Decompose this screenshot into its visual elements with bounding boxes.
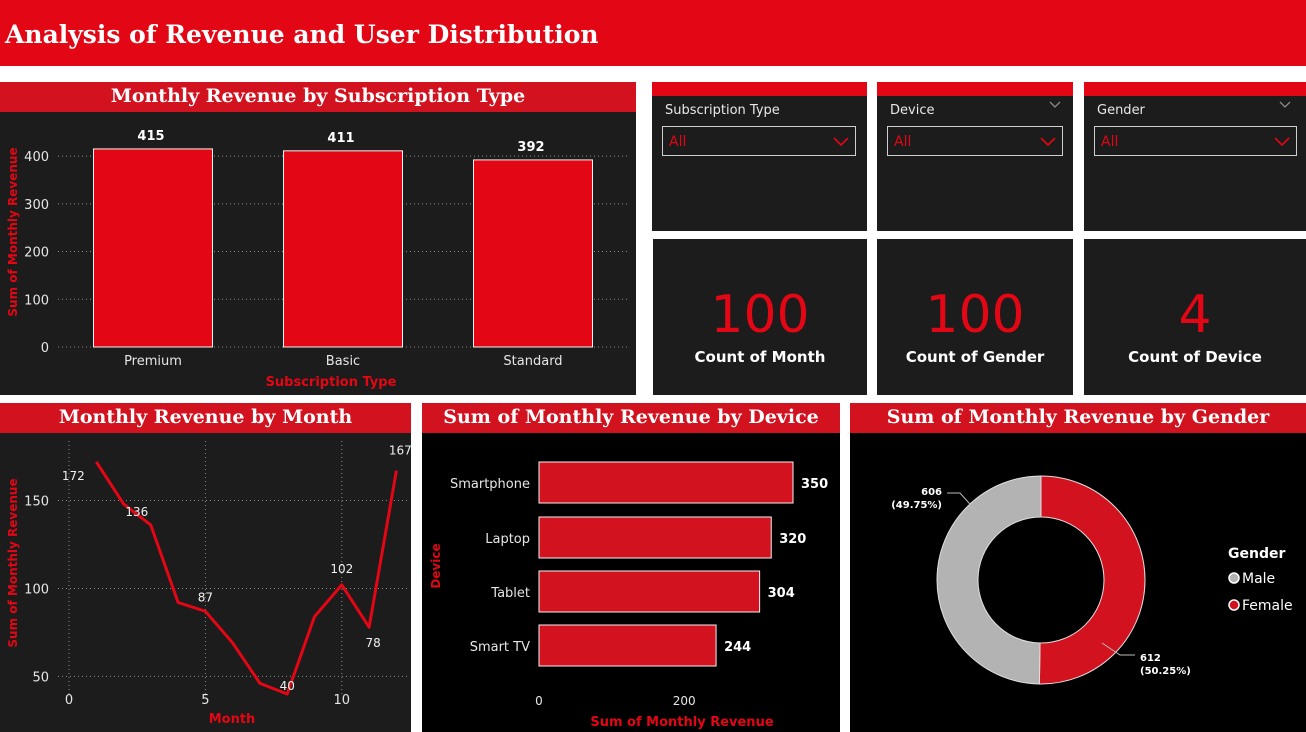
bar xyxy=(93,148,213,348)
x-tick-label: Basic xyxy=(326,354,360,369)
card-count-of-gender: 100 Count of Gender xyxy=(877,239,1073,395)
chevron-down-icon xyxy=(833,137,849,147)
x-tick-label: 200 xyxy=(673,694,696,708)
x-axis-title: Month xyxy=(209,712,256,727)
x-tick-label: Premium xyxy=(124,354,182,369)
month-line-chart: 50 100 150 0 5 10 172 136 87 40 102 78 167 Month Sum o… xyxy=(6,441,411,727)
data-label: 244 xyxy=(724,640,751,655)
bar xyxy=(538,516,772,559)
legend-item: Male xyxy=(1242,571,1275,587)
slicer-accent-bar xyxy=(1084,82,1306,96)
gender-donut-chart: 606 (49.75%) 612 (50.25%) Gender Male Female xyxy=(891,475,1293,685)
slicer-accent-bar xyxy=(652,82,867,96)
subscription-bar-chart: 0 100 200 300 400 415 Premium 411 Basic 392 Standa… xyxy=(6,129,628,390)
data-label: 78 xyxy=(365,636,380,650)
slicer-gender[interactable]: Gender All xyxy=(1084,82,1306,231)
slice-male xyxy=(936,475,1042,685)
slicer-label: Gender xyxy=(1097,103,1145,118)
gender-chart-panel[interactable]: Sum of Monthly Revenue by Gender 606 (49.… xyxy=(850,403,1306,732)
y-tick-label: Smart TV xyxy=(470,640,530,655)
month-chart-panel[interactable]: Monthly Revenue by Month 50 100 150 0 5 10 172… xyxy=(0,403,411,732)
x-tick-label: 0 xyxy=(65,693,73,708)
slicer-device[interactable]: Device All xyxy=(877,82,1073,231)
y-tick-label: 400 xyxy=(24,150,49,165)
x-tick-label: 0 xyxy=(535,694,543,708)
legend-marker xyxy=(1228,572,1240,584)
page-title: Analysis of Revenue and User Distributio… xyxy=(5,20,599,49)
device-chart-panel[interactable]: Sum of Monthly Revenue by Device 350 Smar… xyxy=(422,403,840,732)
data-label: 87 xyxy=(198,590,213,604)
x-axis-title: Sum of Monthly Revenue xyxy=(590,715,773,730)
slicer-label: Device xyxy=(890,103,935,118)
data-label: 392 xyxy=(517,140,544,155)
x-axis-title: Subscription Type xyxy=(266,375,397,390)
slicer-label: Subscription Type xyxy=(665,103,780,118)
data-label: 320 xyxy=(779,532,806,547)
bar xyxy=(473,159,593,348)
legend-marker xyxy=(1228,599,1240,611)
chevron-down-icon[interactable] xyxy=(1279,101,1291,109)
data-label: 411 xyxy=(327,131,354,146)
y-tick-label: 50 xyxy=(32,670,49,685)
dropdown-value: All xyxy=(669,134,687,150)
bar xyxy=(538,461,794,504)
subscription-type-dropdown[interactable]: All xyxy=(662,126,856,156)
subscription-chart-panel[interactable]: Monthly Revenue by Subscription Type 0 10… xyxy=(0,82,636,395)
x-tick-label: Standard xyxy=(503,354,562,369)
y-tick-label: 150 xyxy=(24,494,49,509)
y-tick-label: 100 xyxy=(24,293,49,308)
y-axis-title: Device xyxy=(429,543,443,588)
dropdown-value: All xyxy=(894,134,912,150)
card-count-of-month: 100 Count of Month xyxy=(653,239,867,395)
bar xyxy=(538,624,717,667)
data-label: 172 xyxy=(62,469,85,483)
data-label: 102 xyxy=(330,562,353,576)
data-label: (50.25%) xyxy=(1140,666,1191,677)
kpi-label: Count of Gender xyxy=(905,348,1045,366)
kpi-value: 100 xyxy=(925,285,1025,345)
dropdown-value: All xyxy=(1101,134,1119,150)
y-tick-label: Smartphone xyxy=(450,477,530,492)
kpi-label: Count of Device xyxy=(1128,348,1262,366)
kpi-value: 4 xyxy=(1178,285,1212,345)
y-axis-title: Sum of Monthly Revenue xyxy=(6,478,20,647)
data-label: 304 xyxy=(768,586,795,601)
data-label: 167 xyxy=(389,444,411,458)
bar xyxy=(538,570,761,613)
chevron-down-icon[interactable] xyxy=(1049,101,1061,109)
legend-title: Gender xyxy=(1228,546,1285,562)
slice-female xyxy=(1038,475,1146,685)
chevron-down-icon xyxy=(1040,137,1056,147)
chevron-down-icon xyxy=(1274,137,1290,147)
slicer-subscription-type[interactable]: Subscription Type All xyxy=(652,82,867,231)
kpi-label: Count of Month xyxy=(694,348,826,366)
data-label: 606 xyxy=(921,487,942,498)
data-label: 612 xyxy=(1140,653,1161,664)
data-label: (49.75%) xyxy=(891,500,942,511)
data-label: 415 xyxy=(137,129,164,144)
device-dropdown[interactable]: All xyxy=(887,126,1063,156)
gender-dropdown[interactable]: All xyxy=(1094,126,1297,156)
data-label: 350 xyxy=(801,477,828,492)
data-label: 40 xyxy=(280,679,295,693)
x-tick-label: 10 xyxy=(334,693,351,708)
device-bar-chart: 350 Smartphone 320 Laptop 304 Tablet 244 Smart … xyxy=(429,461,828,730)
card-count-of-device: 4 Count of Device xyxy=(1084,239,1306,395)
y-tick-label: Laptop xyxy=(485,532,530,547)
slicer-accent-bar xyxy=(877,82,1073,96)
y-tick-label: 300 xyxy=(24,198,49,213)
data-label: 136 xyxy=(125,505,148,519)
y-tick-label: 200 xyxy=(24,246,49,261)
y-tick-label: Tablet xyxy=(490,586,530,601)
revenue-line xyxy=(95,460,398,696)
header-bar: Analysis of Revenue and User Distributio… xyxy=(0,0,1306,66)
bar xyxy=(283,150,403,348)
x-tick-label: 5 xyxy=(201,693,209,708)
y-axis-title: Sum of Monthly Revenue xyxy=(6,147,20,316)
legend-item: Female xyxy=(1242,598,1293,614)
kpi-value: 100 xyxy=(710,285,810,345)
y-tick-label: 0 xyxy=(41,341,49,356)
y-tick-label: 100 xyxy=(24,582,49,597)
